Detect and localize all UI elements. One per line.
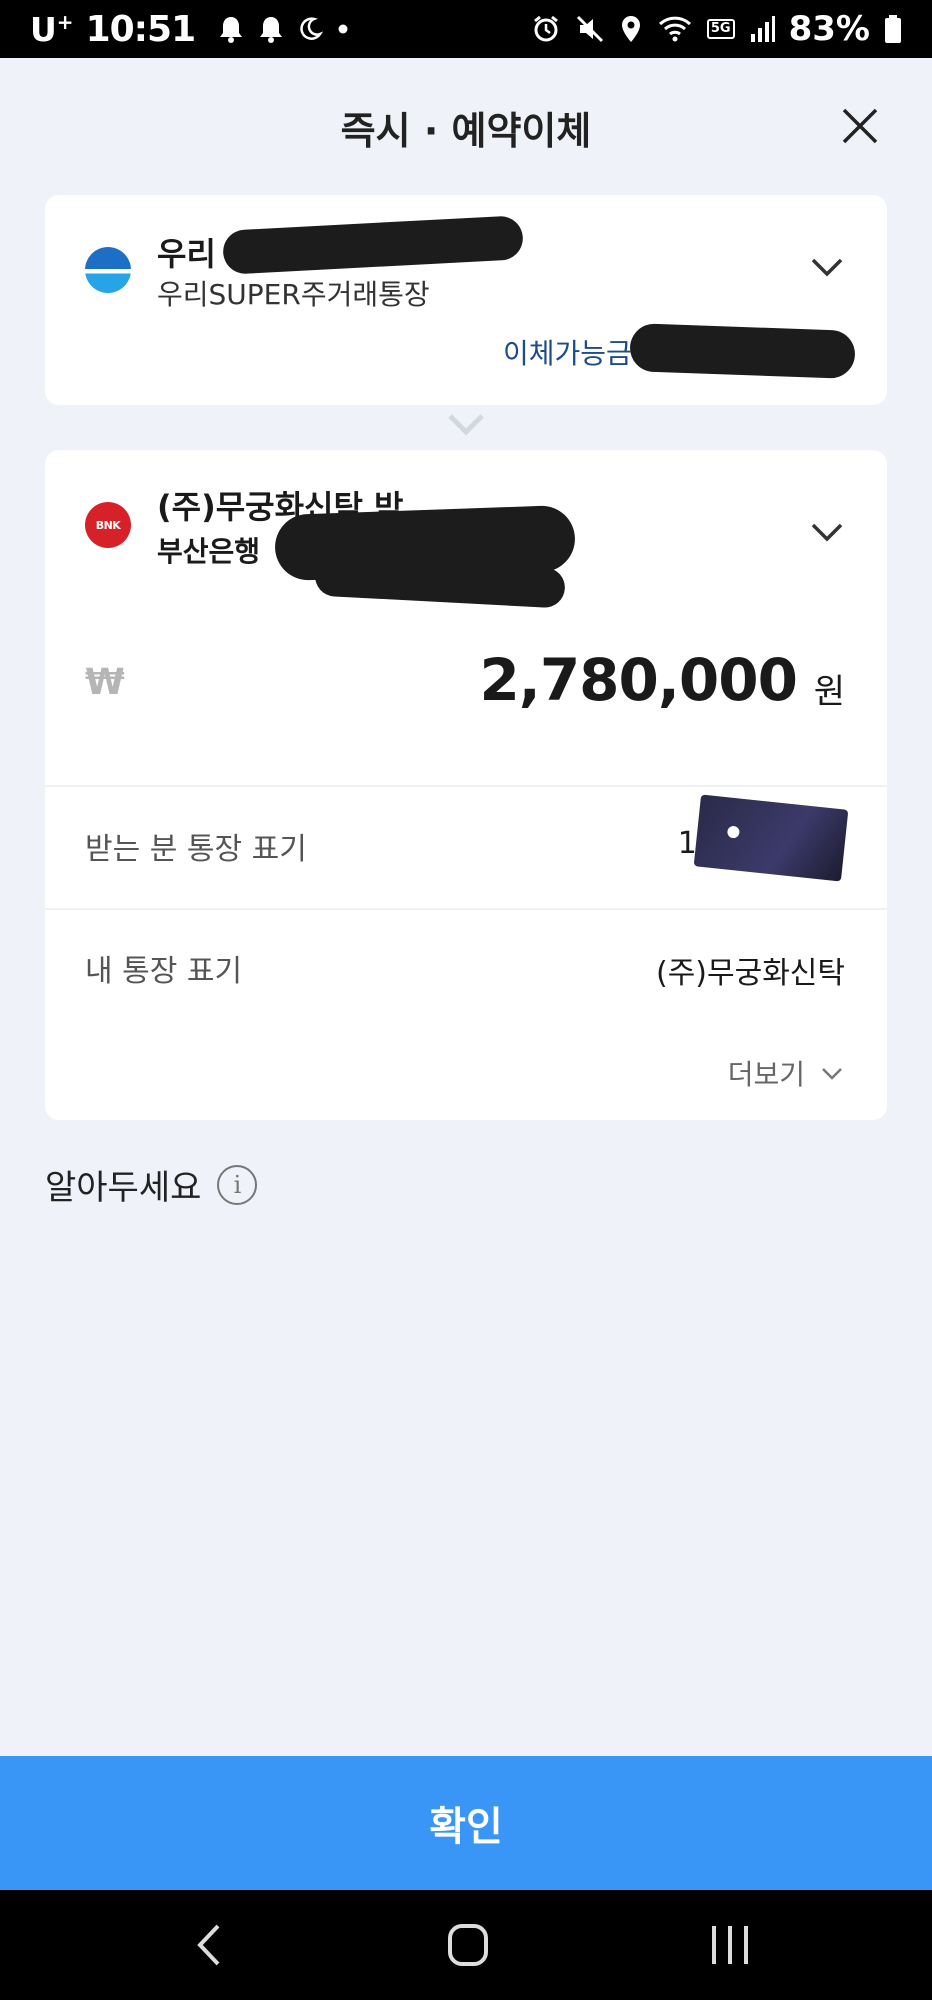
home-button[interactable]	[438, 1918, 498, 1972]
confirm-button[interactable]: 확인	[0, 1756, 932, 1890]
wifi-icon	[658, 16, 691, 42]
battery-icon	[885, 15, 901, 43]
from-account-card[interactable]: 우리 우리SUPER주거래통장 이체가능금 원	[45, 195, 887, 405]
to-account-card: BNK (주)무궁화신탁 박 부산은행 ₩ 2,780,000 원 받는 분 통…	[45, 450, 887, 1120]
bell-icon	[260, 17, 283, 43]
status-right: 5G 83%	[531, 6, 902, 52]
chevron-down-icon	[822, 1068, 842, 1080]
home-icon	[448, 1924, 488, 1966]
carrier-text: U	[30, 9, 57, 49]
my-memo-label: 내 통장 표기	[85, 954, 243, 989]
status-bar: U+ 10:51 5G 83%	[0, 0, 932, 58]
from-bank-name: 우리	[157, 235, 216, 273]
dot-icon	[338, 24, 348, 34]
recent-apps-icon	[712, 1926, 748, 1964]
close-button[interactable]	[838, 104, 882, 148]
more-options-label: 더보기	[727, 1058, 805, 1091]
network-type-badge: 5G	[706, 19, 735, 39]
bnk-bank-logo: BNK	[85, 502, 131, 548]
woori-bank-logo	[85, 247, 131, 293]
notice-section: 알아두세요 i	[45, 1160, 258, 1209]
bell-icon	[220, 17, 243, 43]
notice-title: 알아두세요	[45, 1168, 202, 1208]
redaction-mark	[629, 323, 856, 379]
chevron-down-icon	[811, 258, 843, 277]
amount-unit: 원	[813, 672, 845, 712]
from-account-product: 우리SUPER주거래통장	[157, 278, 430, 311]
back-button[interactable]	[180, 1918, 240, 1972]
carrier-label: U+	[30, 10, 74, 49]
transfer-amount-input[interactable]: 2,780,000	[479, 646, 798, 714]
clock: 10:51	[85, 8, 197, 50]
available-balance-label: 이체가능금	[503, 337, 632, 370]
status-left: U+ 10:51	[30, 6, 351, 52]
battery-level: 83%	[788, 9, 870, 49]
won-currency-icon: ₩	[85, 662, 125, 703]
system-navigation-bar	[0, 1890, 932, 2000]
to-account-dropdown-button[interactable]	[807, 512, 847, 552]
redaction-photo	[693, 794, 849, 882]
alarm-icon	[533, 15, 558, 42]
redaction-mark	[222, 215, 524, 275]
recent-apps-button[interactable]	[700, 1918, 760, 1972]
info-icon[interactable]: i	[217, 1164, 258, 1205]
chevron-down-icon	[811, 523, 843, 542]
chevron-down-icon	[448, 414, 484, 436]
notification-icons	[217, 14, 351, 44]
mute-icon	[576, 15, 603, 43]
moon-icon	[300, 17, 324, 40]
recipient-memo-label: 받는 분 통장 표기	[85, 832, 307, 867]
from-account-dropdown-button[interactable]	[807, 247, 847, 287]
my-memo-value[interactable]: (주)무궁화신탁	[656, 948, 845, 992]
recipient-bank-name: 부산은행	[157, 535, 261, 568]
back-icon	[197, 1924, 220, 1966]
location-icon	[621, 16, 640, 42]
page-title: 즉시 · 예약이체	[340, 109, 592, 153]
close-icon	[842, 108, 878, 144]
divider	[45, 908, 887, 910]
more-options-button[interactable]: 더보기	[728, 1053, 845, 1093]
divider	[45, 785, 887, 787]
carrier-sup: +	[56, 9, 74, 34]
signal-icon	[750, 16, 775, 42]
